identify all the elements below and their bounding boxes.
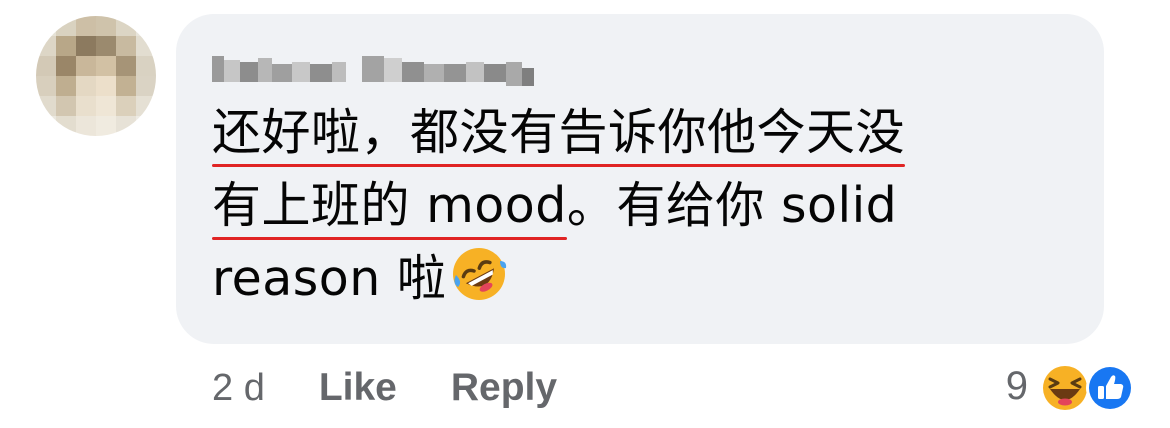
avatar-pixel xyxy=(36,16,56,36)
avatar-pixel xyxy=(116,56,136,76)
comment-text-segment: 。有给你 solid xyxy=(566,177,898,234)
avatar-pixel xyxy=(116,36,136,56)
like-icon xyxy=(1086,364,1134,412)
avatar-pixel xyxy=(56,36,76,56)
avatar-pixel xyxy=(136,56,156,76)
avatar-pixel xyxy=(136,16,156,36)
avatar-pixel xyxy=(36,56,56,76)
reaction-count: 9 xyxy=(1005,363,1028,408)
comment-text-segment: reason 啦 xyxy=(212,250,447,307)
avatar-pixel xyxy=(116,96,136,116)
avatar-pixel xyxy=(56,56,76,76)
comment-line-2: 有上班的 mood。有给你 solid xyxy=(212,169,1082,242)
avatar-pixel xyxy=(116,76,136,96)
avatar-pixel xyxy=(36,76,56,96)
avatar-pixel xyxy=(76,36,96,56)
avatar-pixel xyxy=(36,36,56,56)
avatar-pixel xyxy=(96,76,116,96)
avatar-pixel xyxy=(76,76,96,96)
reply-button[interactable]: Reply xyxy=(451,366,557,410)
like-button[interactable]: Like xyxy=(319,366,397,410)
avatar-pixel xyxy=(56,116,76,136)
comment-line-3: reason 啦 xyxy=(212,242,1082,315)
avatar-pixel xyxy=(36,96,56,116)
avatar-pixel xyxy=(136,36,156,56)
avatar-pixel xyxy=(76,16,96,36)
rofl-emoji-icon xyxy=(450,245,508,323)
avatar[interactable] xyxy=(36,16,156,136)
avatar-pixel xyxy=(136,96,156,116)
underlined-text: 有上班的 mood xyxy=(212,169,567,242)
avatar-pixel xyxy=(96,36,116,56)
reaction-icons xyxy=(1038,359,1136,413)
avatar-pixel xyxy=(136,76,156,96)
avatar-pixel xyxy=(136,116,156,136)
avatar-pixel xyxy=(56,76,76,96)
avatar-pixel xyxy=(96,116,116,136)
author-name-redacted[interactable] xyxy=(212,46,534,86)
avatar-pixel xyxy=(116,116,136,136)
underlined-text: 还好啦，都没有告诉你他今天没 xyxy=(212,96,906,169)
reaction-summary[interactable]: 9 xyxy=(1006,356,1136,416)
avatar-pixel xyxy=(56,96,76,116)
comment-text: 还好啦，都没有告诉你他今天没 有上班的 mood。有给你 solid reaso… xyxy=(212,96,1082,315)
comment-actions: 2 d Like Reply xyxy=(212,360,611,416)
avatar-pixel xyxy=(96,56,116,76)
avatar-pixel xyxy=(96,16,116,36)
avatar-pixel xyxy=(36,116,56,136)
avatar-pixel xyxy=(116,16,136,36)
timestamp[interactable]: 2 d xyxy=(212,367,265,410)
avatar-pixel xyxy=(76,56,96,76)
comment-item: 还好啦，都没有告诉你他今天没 有上班的 mood。有给你 solid reaso… xyxy=(0,0,1170,428)
comment-line-1: 还好啦，都没有告诉你他今天没 xyxy=(212,96,1082,169)
avatar-pixel xyxy=(56,16,76,36)
avatar-pixel xyxy=(76,116,96,136)
avatar-pixel xyxy=(76,96,96,116)
avatar-pixel xyxy=(96,96,116,116)
